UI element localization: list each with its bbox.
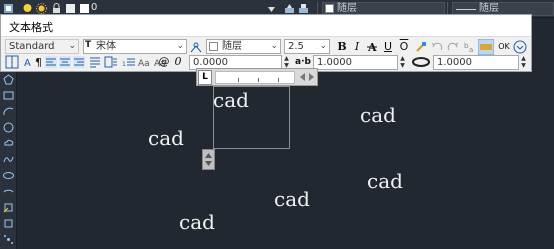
light-bulb-icon[interactable] <box>22 3 33 14</box>
distribute-icon[interactable] <box>104 55 118 69</box>
color-swatch-icon <box>80 4 89 13</box>
chevron-down-icon: ⌄ <box>319 41 327 51</box>
width-factor-field[interactable]: 1.0000 <box>433 55 519 70</box>
lock-icon[interactable] <box>51 3 62 14</box>
print-icon[interactable] <box>65 3 76 14</box>
mtext-object[interactable]: cad <box>179 210 215 234</box>
chevron-down-icon: ⌄ <box>270 41 278 51</box>
overline-button[interactable]: O <box>397 40 411 54</box>
svg-text:¶: ¶ <box>35 56 42 69</box>
ruler-tick <box>278 78 279 82</box>
truetype-font-icon: T <box>85 40 92 50</box>
sun-freeze-icon[interactable] <box>36 3 47 14</box>
color-square-icon <box>209 42 218 51</box>
ruler-width-handle-icon[interactable] <box>299 71 315 83</box>
align-right-icon[interactable] <box>72 55 86 69</box>
width-factor-spinner[interactable]: ▲ ▼ <box>519 55 528 70</box>
ellipse-arc-icon[interactable] <box>3 186 14 197</box>
underline-button[interactable]: U <box>381 40 395 54</box>
height-resize-grip[interactable] <box>202 149 215 170</box>
insert-field-icon[interactable]: Aa <box>138 55 152 69</box>
width-factor-icon <box>412 57 430 67</box>
strikethrough-icon[interactable]: A <box>365 40 379 54</box>
align-center-icon[interactable] <box>58 55 72 69</box>
tracking-icon: a·b <box>295 57 311 67</box>
options-chevron-icon[interactable] <box>513 40 527 54</box>
redo-icon[interactable] <box>446 40 460 54</box>
symbol-button[interactable]: @ <box>157 55 171 69</box>
linetype-sample-line <box>456 9 476 10</box>
make-block-icon[interactable] <box>3 218 14 229</box>
polygon-icon[interactable] <box>3 74 14 85</box>
tracking-field[interactable]: 1.0000 <box>313 55 398 70</box>
italic-button[interactable]: I <box>350 40 364 54</box>
rectangle-icon[interactable] <box>3 90 14 101</box>
annotative-icon[interactable] <box>189 40 203 54</box>
chevron-down-icon: ⌄ <box>176 41 184 51</box>
ruler-tick <box>258 78 259 82</box>
chevron-down-icon: ⌄ <box>68 41 76 51</box>
ruler-tick <box>238 78 239 82</box>
current-layer-value[interactable]: 0 <box>91 2 97 13</box>
layer-properties-icon[interactable] <box>3 3 14 14</box>
revcloud-icon[interactable] <box>3 138 14 149</box>
numbering-icon[interactable]: 1 <box>122 55 136 69</box>
mtext-object[interactable]: cad <box>360 103 396 127</box>
svg-text:a: a <box>469 46 473 54</box>
align-left-icon[interactable] <box>44 55 58 69</box>
circle-icon[interactable] <box>3 122 14 133</box>
match-properties-icon[interactable] <box>414 40 428 54</box>
svg-text:Aa: Aa <box>138 59 150 69</box>
dialog-titlebar[interactable]: 文本格式 <box>1 15 531 37</box>
mtext-object[interactable]: cad <box>367 169 403 193</box>
justify-icon[interactable] <box>88 55 102 69</box>
ruler-toggle-icon[interactable] <box>478 39 494 55</box>
mtext-object[interactable]: cad <box>274 187 310 211</box>
insert-block-icon[interactable] <box>3 202 14 213</box>
spline-icon[interactable] <box>3 154 14 165</box>
match-layer-icon[interactable] <box>298 3 309 14</box>
mtext-object[interactable]: cad <box>213 88 249 112</box>
svg-text:A: A <box>24 58 31 69</box>
dialog-title: 文本格式 <box>9 21 53 34</box>
text-style-select[interactable]: Standard ⌄ <box>5 39 79 54</box>
ok-button[interactable]: OK <box>497 40 511 54</box>
ellipse-icon[interactable] <box>3 170 14 181</box>
make-current-icon[interactable] <box>284 3 295 14</box>
oblique-angle-icon: 0 <box>174 55 182 68</box>
text-format-dialog: 文本格式 Standard ⌄ 宋体 ⌄ T 随层 ⌄ 2.5 ⌄ B I A U O … <box>0 14 532 72</box>
svg-text:1: 1 <box>122 61 126 68</box>
undo-icon[interactable] <box>430 40 444 54</box>
color-square-icon <box>325 4 334 13</box>
mtext-object[interactable]: cad <box>148 126 184 150</box>
resize-arrows-icon <box>205 153 212 166</box>
text-height-field[interactable]: 2.5 ⌄ <box>284 39 330 54</box>
ruler-scale[interactable] <box>215 71 295 84</box>
font-select[interactable]: 宋体 ⌄ <box>83 39 187 54</box>
stack-icon[interactable]: ba <box>462 40 476 54</box>
arc-icon[interactable] <box>3 106 14 117</box>
tracking-spinner[interactable]: ▲ ▼ <box>398 55 407 70</box>
tab-type-button[interactable]: L <box>198 70 212 85</box>
mtext-ruler[interactable]: L <box>196 68 318 86</box>
point-icon[interactable] <box>3 234 14 245</box>
bold-button[interactable]: B <box>335 40 349 54</box>
columns-icon[interactable] <box>5 55 19 69</box>
